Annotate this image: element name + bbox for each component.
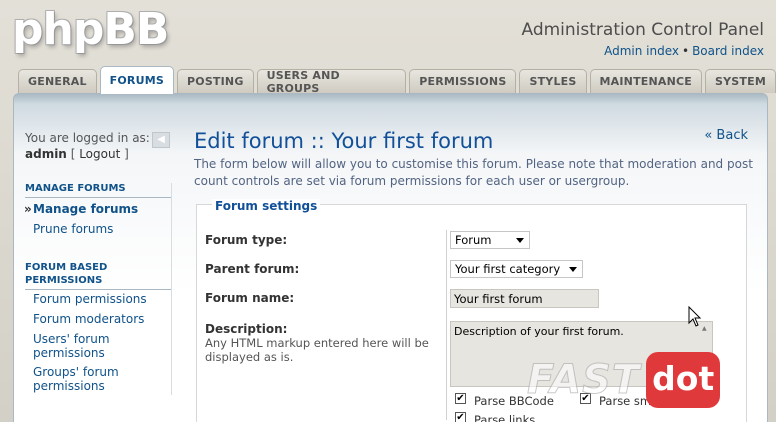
tab-users-and-groups[interactable]: USERS AND GROUPS: [256, 69, 407, 95]
tab-maintenance[interactable]: MAINTENANCE: [589, 69, 703, 93]
logged-in-text: You are logged in as:: [25, 131, 150, 145]
forum-type-value: Forum: [455, 233, 492, 247]
watermark-text-dot: dot: [646, 352, 721, 408]
forum-type-label: Forum type:: [205, 233, 288, 247]
logout-bracket-close: ]: [124, 147, 129, 161]
parse-links-label: Parse links: [474, 413, 536, 422]
logout-link[interactable]: Logout: [79, 147, 120, 161]
phpbb-logo: phpBB: [12, 4, 169, 55]
forum-name-label: Forum name:: [205, 291, 295, 305]
menu-item-users-forum-permissions[interactable]: Users' forum permissions: [25, 332, 171, 360]
acp-title: Administration Control Panel: [521, 20, 764, 40]
top-links: Admin index • Board index: [604, 44, 764, 58]
menu-item-forum-moderators[interactable]: Forum moderators: [25, 312, 171, 326]
parse-links-checkbox[interactable]: ✔: [455, 412, 466, 422]
admin-index-link[interactable]: Admin index: [604, 44, 679, 58]
description-label: Description:: [205, 322, 288, 336]
board-index-link[interactable]: Board index: [692, 44, 764, 58]
menu-heading-manage-forums: MANAGE FORUMS: [25, 182, 171, 198]
tab-bar: GENERAL FORUMS POSTING USERS AND GROUPS …: [18, 66, 776, 95]
field-divider: [446, 230, 447, 420]
username: admin: [25, 147, 67, 161]
menu-item-prune-forums[interactable]: Prune forums: [25, 222, 171, 236]
parent-forum-select[interactable]: Your first category: [450, 260, 583, 278]
dropdown-arrow-icon: [569, 267, 577, 272]
parent-forum-label: Parent forum:: [205, 262, 300, 276]
link-separator: •: [682, 44, 690, 58]
menu-item-groups-forum-permissions[interactable]: Groups' forum permissions: [25, 365, 171, 393]
forum-type-select[interactable]: Forum: [450, 231, 530, 249]
fastdot-watermark: FAST dot: [526, 352, 721, 408]
menu-heading-forum-based-permissions: FORUM BASED PERMISSIONS: [25, 261, 171, 290]
back-link[interactable]: « Back: [704, 128, 748, 143]
tab-posting[interactable]: POSTING: [177, 69, 254, 93]
mouse-cursor-icon: [688, 306, 702, 327]
fieldset-legend: Forum settings: [212, 199, 321, 213]
login-info: You are logged in as: admin [ Logout ]: [25, 130, 171, 162]
menu-item-manage-forums[interactable]: Manage forums: [24, 202, 171, 216]
description-help: Any HTML markup entered here will be dis…: [205, 336, 429, 364]
forum-name-input[interactable]: [450, 289, 599, 308]
parent-forum-value: Your first category: [455, 262, 561, 276]
tab-system[interactable]: SYSTEM: [705, 69, 776, 93]
logout-bracket-open: [: [70, 147, 76, 161]
intro-text: The form below will allow you to customi…: [194, 157, 753, 188]
scroll-up-icon[interactable]: ▲: [702, 325, 707, 332]
parse-bbcode-checkbox[interactable]: ✔: [455, 393, 466, 404]
page: phpBB Administration Control Panel Admin…: [0, 0, 776, 422]
dropdown-arrow-icon: [516, 238, 524, 243]
tab-permissions[interactable]: PERMISSIONS: [409, 69, 517, 93]
collapse-menu-icon[interactable]: ◀: [152, 132, 170, 148]
tab-forums[interactable]: FORUMS: [99, 66, 174, 94]
menu-item-forum-permissions[interactable]: Forum permissions: [25, 292, 171, 306]
sidebar-divider: [171, 183, 172, 395]
page-title: Edit forum :: Your first forum: [194, 129, 494, 153]
watermark-text-fast: FAST: [526, 357, 641, 404]
tab-general[interactable]: GENERAL: [18, 69, 97, 93]
tab-styles[interactable]: STYLES: [519, 69, 587, 93]
